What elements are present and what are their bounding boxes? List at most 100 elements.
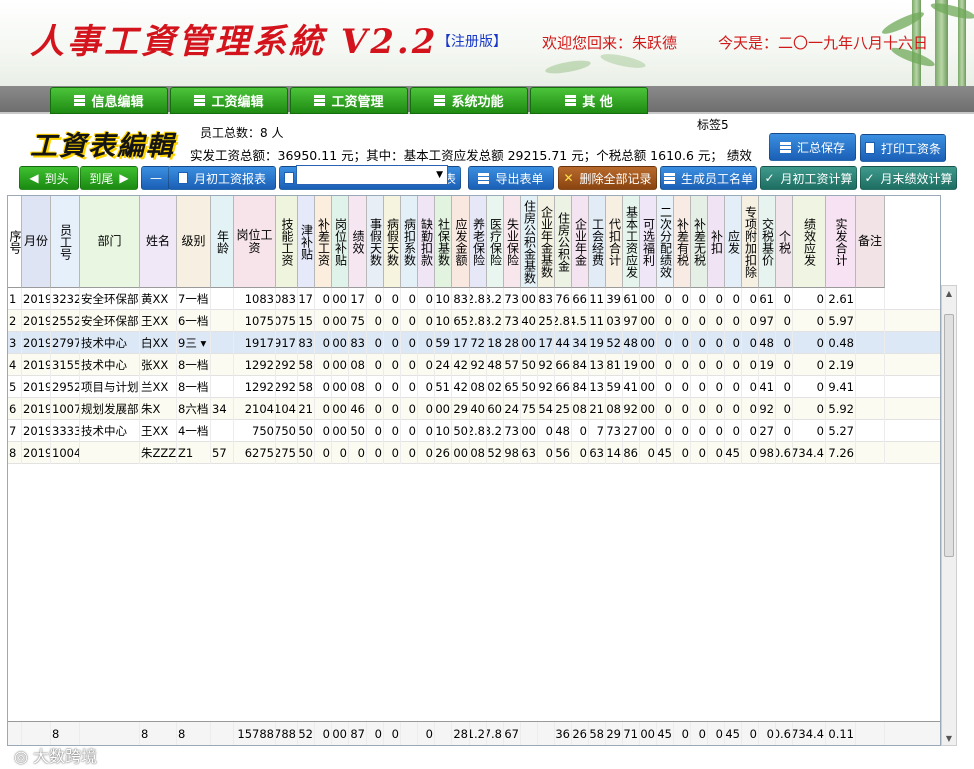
table-cell[interactable]: 0: [401, 420, 418, 442]
table-cell[interactable]: 13: [589, 376, 606, 398]
table-cell[interactable]: 50: [349, 420, 367, 442]
table-cell[interactable]: 10: [435, 288, 452, 310]
table-cell[interactable]: 17: [452, 332, 470, 354]
table-cell[interactable]: 19: [759, 354, 776, 376]
scroll-up-icon[interactable]: ▲: [942, 286, 956, 300]
table-cell[interactable]: 66: [555, 376, 572, 398]
table-cell[interactable]: 45: [725, 442, 742, 464]
table-cell[interactable]: 292: [276, 354, 298, 376]
table-cell[interactable]: 00: [640, 288, 657, 310]
table-cell[interactable]: 0: [776, 376, 793, 398]
table-cell[interactable]: 24: [504, 398, 521, 420]
table-cell[interactable]: 0: [708, 288, 725, 310]
table-row[interactable]: 3 2019 2797 技术中心 白XX 9三 ▾ 1917 917 83 0 00 83 0 0 0 0 59…: [8, 332, 940, 354]
table-cell[interactable]: 0: [708, 398, 725, 420]
table-cell[interactable]: 27: [759, 420, 776, 442]
table-cell[interactable]: 84: [572, 376, 589, 398]
column-header[interactable]: 补扣: [708, 196, 725, 288]
month-init-report-button[interactable]: 月初工资报表: [168, 166, 276, 190]
table-row[interactable]: 6 2019 1007 规划发展部 朱X 8六档 34 2104 104 21 0 00 46 0 0 0 0 0…: [8, 398, 940, 420]
to-top-button[interactable]: ◀ 到头: [19, 166, 79, 190]
table-cell[interactable]: 03: [606, 310, 623, 332]
table-cell[interactable]: 0: [776, 420, 793, 442]
table-cell[interactable]: 42: [452, 354, 470, 376]
column-header[interactable]: 可选福利: [640, 196, 657, 288]
table-cell[interactable]: 0: [742, 288, 759, 310]
column-header[interactable]: 社保基数: [435, 196, 452, 288]
table-cell[interactable]: 8一档: [177, 376, 211, 398]
column-header[interactable]: 实发合计: [826, 196, 856, 288]
table-cell[interactable]: [211, 376, 234, 398]
table-cell[interactable]: 73: [606, 420, 623, 442]
table-cell[interactable]: 2019: [22, 398, 51, 420]
table-cell[interactable]: 57: [211, 442, 234, 464]
table-cell[interactable]: 52: [487, 442, 504, 464]
table-cell[interactable]: 17: [538, 332, 555, 354]
table-select-combo[interactable]: ▼: [296, 165, 448, 185]
table-cell[interactable]: 92: [470, 354, 487, 376]
table-cell[interactable]: 0: [538, 420, 555, 442]
table-cell[interactable]: 0: [657, 310, 674, 332]
table-cell[interactable]: 0: [793, 332, 826, 354]
table-cell[interactable]: 50: [521, 376, 538, 398]
table-cell[interactable]: 规划发展部: [80, 398, 140, 420]
table-cell[interactable]: 41: [623, 376, 640, 398]
table-cell[interactable]: 63: [589, 442, 606, 464]
table-cell[interactable]: 0: [708, 376, 725, 398]
table-cell[interactable]: 5: [8, 376, 22, 398]
table-cell[interactable]: 1: [8, 288, 22, 310]
table-cell[interactable]: 0: [384, 398, 401, 420]
table-cell[interactable]: 65: [504, 376, 521, 398]
table-cell[interactable]: 0: [674, 398, 691, 420]
column-header[interactable]: 员工号: [51, 196, 80, 288]
table-cell[interactable]: 0: [725, 420, 742, 442]
table-cell[interactable]: 00: [332, 420, 349, 442]
table-cell[interactable]: 0: [691, 310, 708, 332]
table-cell[interactable]: 黄XX: [140, 288, 177, 310]
table-cell[interactable]: 0: [572, 442, 589, 464]
column-header[interactable]: 养老保险: [470, 196, 487, 288]
table-cell[interactable]: 0: [691, 354, 708, 376]
table-cell[interactable]: 0: [674, 310, 691, 332]
table-cell[interactable]: 0: [708, 420, 725, 442]
column-header[interactable]: 补差无税: [691, 196, 708, 288]
table-cell[interactable]: 84: [572, 354, 589, 376]
table-cell[interactable]: 0: [367, 332, 384, 354]
table-row[interactable]: 1 2019 3232 安全环保部 黄XX 7一档 1083 083 17 0 00 17 0 0 0 0 10…: [8, 288, 940, 310]
table-cell[interactable]: 92: [623, 398, 640, 420]
table-cell[interactable]: 0: [674, 288, 691, 310]
table-cell[interactable]: 0: [367, 310, 384, 332]
table-cell[interactable]: 86: [623, 442, 640, 464]
export-table-button[interactable]: 导出表单: [468, 166, 554, 190]
table-cell[interactable]: 750: [276, 420, 298, 442]
menu-salary-manage[interactable]: 工资管理: [290, 87, 408, 114]
table-cell[interactable]: 75: [349, 310, 367, 332]
table-cell[interactable]: 21: [298, 398, 315, 420]
table-cell[interactable]: 00: [521, 420, 538, 442]
table-cell[interactable]: 00: [452, 442, 470, 464]
table-cell[interactable]: 83: [452, 288, 470, 310]
table-cell[interactable]: 76: [555, 288, 572, 310]
table-cell[interactable]: 1292: [234, 376, 276, 398]
column-header[interactable]: 代扣合计: [606, 196, 623, 288]
table-cell[interactable]: 19: [589, 332, 606, 354]
table-cell[interactable]: 97: [759, 310, 776, 332]
table-cell[interactable]: 2019: [22, 376, 51, 398]
table-cell[interactable]: 0: [418, 376, 435, 398]
table-cell[interactable]: 0: [725, 354, 742, 376]
table-cell[interactable]: 0: [742, 310, 759, 332]
table-cell[interactable]: 技术中心: [80, 420, 140, 442]
table-cell[interactable]: 0: [384, 420, 401, 442]
table-cell[interactable]: 0: [793, 288, 826, 310]
column-header[interactable]: 绩效应发: [793, 196, 826, 288]
table-cell[interactable]: 0: [538, 442, 555, 464]
table-cell[interactable]: 1083: [234, 288, 276, 310]
table-cell[interactable]: 0: [418, 288, 435, 310]
table-cell[interactable]: 17: [349, 288, 367, 310]
table-cell[interactable]: [856, 442, 885, 464]
table-cell[interactable]: 兰XX: [140, 376, 177, 398]
table-cell[interactable]: 0: [691, 442, 708, 464]
table-row[interactable]: 8 2019 1004 朱ZZZ Z1 57 6275 275 50 0 0 0 0 0 0 0 26 00 08 5…: [8, 442, 940, 464]
table-cell[interactable]: 0: [657, 420, 674, 442]
table-cell[interactable]: 48: [759, 332, 776, 354]
